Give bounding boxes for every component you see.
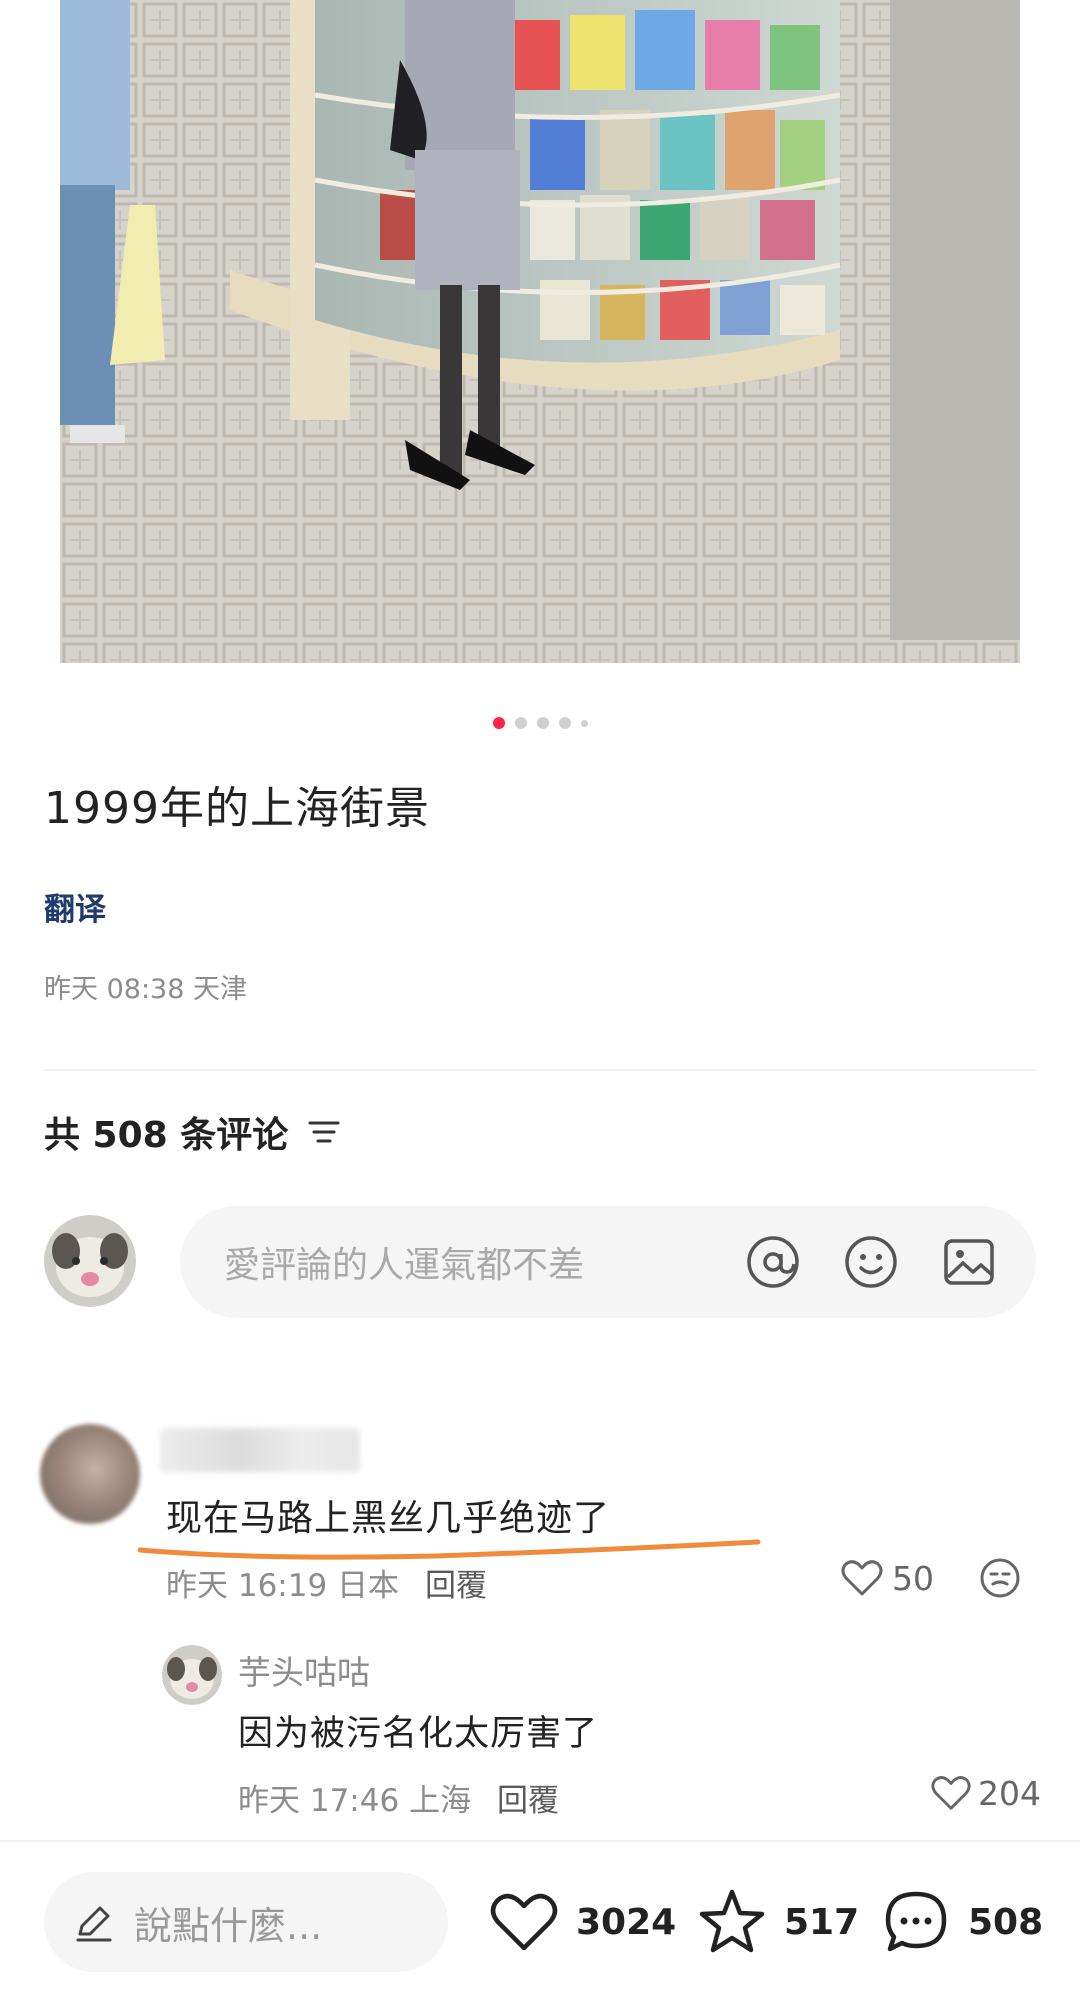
post-photo[interactable] <box>60 0 1020 663</box>
cat-avatar-icon <box>44 1215 136 1307</box>
carousel-indicator <box>0 717 1080 729</box>
at-mention-icon[interactable] <box>742 1231 804 1293</box>
cat-avatar-icon <box>162 1645 222 1705</box>
carousel-dot-active <box>492 717 505 729</box>
carousel-dot <box>558 717 571 729</box>
divider <box>44 1069 1036 1071</box>
bottom-action-bar: 說點什麼... 3024 517 508 <box>0 1840 1080 1989</box>
image-icon[interactable] <box>938 1231 1000 1293</box>
like-count: 3024 <box>576 1901 677 1943</box>
post-meta: 昨天 08:38 天津 <box>44 974 247 1005</box>
comment-bubble-icon <box>885 1891 947 1952</box>
comment-button[interactable]: 508 <box>880 1886 1043 1958</box>
commenter-name-redacted <box>160 1428 360 1472</box>
my-avatar <box>44 1215 136 1307</box>
comment-count: 共 508 条评论 <box>44 1115 289 1156</box>
comment-time-location: 昨天 16:19 日本 <box>166 1568 400 1604</box>
comment-meta: 昨天 16:19 日本 回覆 <box>166 1560 487 1605</box>
reply-text: 因为被污名化太厉害了 <box>238 1714 599 1754</box>
say-something-input[interactable]: 說點什麼... <box>44 1872 448 1972</box>
reaction-emoji-icon[interactable] <box>978 1556 1022 1600</box>
carousel-dot <box>514 717 527 729</box>
comment-input[interactable]: 愛評論的人運氣都不差 <box>180 1206 1036 1318</box>
reply-author-name[interactable]: 芋头咕咕 <box>238 1646 370 1694</box>
pencil-icon <box>76 1906 112 1942</box>
reply-like-button[interactable]: 204 <box>930 1772 1041 1814</box>
carousel-dot <box>580 719 588 727</box>
comment-count-bottom: 508 <box>968 1901 1044 1943</box>
reply-author-avatar[interactable] <box>162 1645 222 1705</box>
comment-input-placeholder: 愛評論的人運氣都不差 <box>224 1245 585 1286</box>
comments-header: 共 508 条评论 <box>44 1106 344 1158</box>
comment-like-button[interactable]: 50 <box>840 1556 934 1600</box>
reply-button[interactable]: 回覆 <box>425 1560 487 1605</box>
post-title: 1999年的上海街景 <box>44 783 430 834</box>
commenter-avatar[interactable] <box>40 1424 140 1524</box>
collect-count: 517 <box>784 1901 860 1943</box>
reply-like-count: 204 <box>978 1773 1041 1813</box>
comment-like-count: 50 <box>892 1558 934 1598</box>
star-icon <box>699 1889 765 1953</box>
reply-time-location: 昨天 17:46 上海 <box>238 1783 472 1819</box>
reply-meta: 昨天 17:46 上海 回覆 <box>238 1775 559 1820</box>
say-something-placeholder: 說點什麼... <box>134 1903 323 1948</box>
like-button[interactable]: 3024 <box>488 1886 676 1958</box>
carousel-dot <box>536 717 549 729</box>
translate-link[interactable]: 翻译 <box>44 884 106 929</box>
emoji-icon[interactable] <box>840 1231 902 1293</box>
street-scene-image <box>60 0 1020 663</box>
reply-button[interactable]: 回覆 <box>497 1775 559 1820</box>
sort-filter-icon[interactable] <box>304 1112 344 1152</box>
collect-button[interactable]: 517 <box>696 1886 859 1958</box>
heart-icon <box>490 1893 558 1951</box>
heart-icon <box>931 1776 971 1810</box>
heart-icon <box>841 1560 883 1596</box>
